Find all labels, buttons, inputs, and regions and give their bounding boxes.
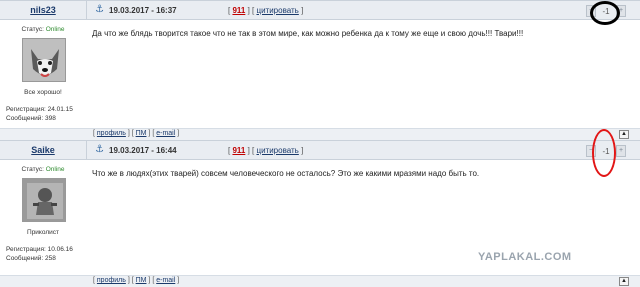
post-number-link[interactable]: 911 [232, 146, 245, 155]
forum-post: Saike ⚓ 19.03.2017 - 16:44 [ 911 ] [ цит… [0, 129, 640, 287]
pm-link[interactable]: ПМ [136, 277, 147, 284]
status-value: Online [45, 166, 65, 173]
dog-avatar-icon [23, 39, 65, 81]
footer-links: [ профиль ] [ ПМ ] [ e-mail ] [93, 130, 180, 137]
post-date: 19.03.2017 - 16:44 [109, 146, 177, 155]
status-label: Статус: [21, 26, 44, 33]
post-footer: [ профиль ] [ ПМ ] [ e-mail ] ▲ [0, 275, 640, 287]
scroll-up-icon[interactable]: ▲ [619, 277, 629, 286]
user-status: Статус: Online [0, 26, 86, 33]
anchor-icon[interactable]: ⚓ [95, 4, 104, 15]
post-message: Что же в людях(этих тварей) совсем челов… [92, 169, 480, 178]
post-links: [ 911 ] [ цитировать ] [228, 6, 304, 15]
message-count: Сообщений: 398 [6, 115, 56, 122]
user-info: Регистрация: 10.06.16 Сообщений: 258 [6, 245, 73, 263]
highlight-circle [590, 1, 620, 25]
post-author-link[interactable]: nils23 [0, 5, 86, 15]
post-number-link[interactable]: 911 [232, 6, 245, 15]
cartoon-avatar-icon [23, 179, 65, 221]
cite-link[interactable]: цитировать [256, 6, 298, 15]
user-info: Регистрация: 24.01.15 Сообщений: 398 [6, 105, 73, 123]
email-link[interactable]: e-mail [156, 130, 175, 137]
post-header-bar: Saike ⚓ 19.03.2017 - 16:44 [ 911 ] [ цит… [0, 129, 640, 177]
post-header-bar: nils23 ⚓ 19.03.2017 - 16:37 [ 911 ] [ ци… [0, 0, 640, 25]
avatar [22, 38, 66, 82]
profile-link[interactable]: профиль [97, 277, 126, 284]
status-label: Статус: [21, 166, 44, 173]
post-author-link[interactable]: Saike [0, 145, 86, 155]
user-status: Статус: Online [0, 166, 86, 173]
email-link[interactable]: e-mail [156, 277, 175, 284]
post-links: [ 911 ] [ цитировать ] [228, 146, 304, 155]
user-panel: Статус: Online Все хорошо! Регистрация: … [0, 20, 86, 126]
cite-link[interactable]: цитировать [256, 146, 298, 155]
status-value: Online [45, 26, 65, 33]
registration-date: Регистрация: 24.01.15 [6, 106, 73, 113]
registration-date: Регистрация: 10.06.16 [6, 246, 73, 253]
divider [86, 141, 87, 159]
avatar-caption: Все хорошо! [24, 89, 62, 96]
anchor-icon[interactable]: ⚓ [95, 144, 104, 155]
post-footer: [ профиль ] [ ПМ ] [ e-mail ] ▲ [0, 128, 640, 140]
post-message: Да что же блядь творится такое что не та… [92, 29, 524, 38]
avatar [22, 178, 66, 222]
message-count: Сообщений: 258 [6, 255, 56, 262]
user-panel: Статус: Online Приколист Регистрация: 10… [0, 160, 86, 273]
site-watermark: YAPLAKAL.COM [478, 251, 572, 263]
scroll-up-icon[interactable]: ▲ [619, 130, 629, 139]
post-date: 19.03.2017 - 16:37 [109, 6, 177, 15]
forum-post: nils23 ⚓ 19.03.2017 - 16:37 [ 911 ] [ ци… [0, 0, 640, 140]
avatar-caption: Приколист [27, 229, 59, 236]
plus-icon[interactable]: + [616, 145, 626, 157]
pm-link[interactable]: ПМ [136, 130, 147, 137]
footer-links: [ профиль ] [ ПМ ] [ e-mail ] [93, 277, 180, 284]
divider [86, 1, 87, 19]
profile-link[interactable]: профиль [97, 130, 126, 137]
